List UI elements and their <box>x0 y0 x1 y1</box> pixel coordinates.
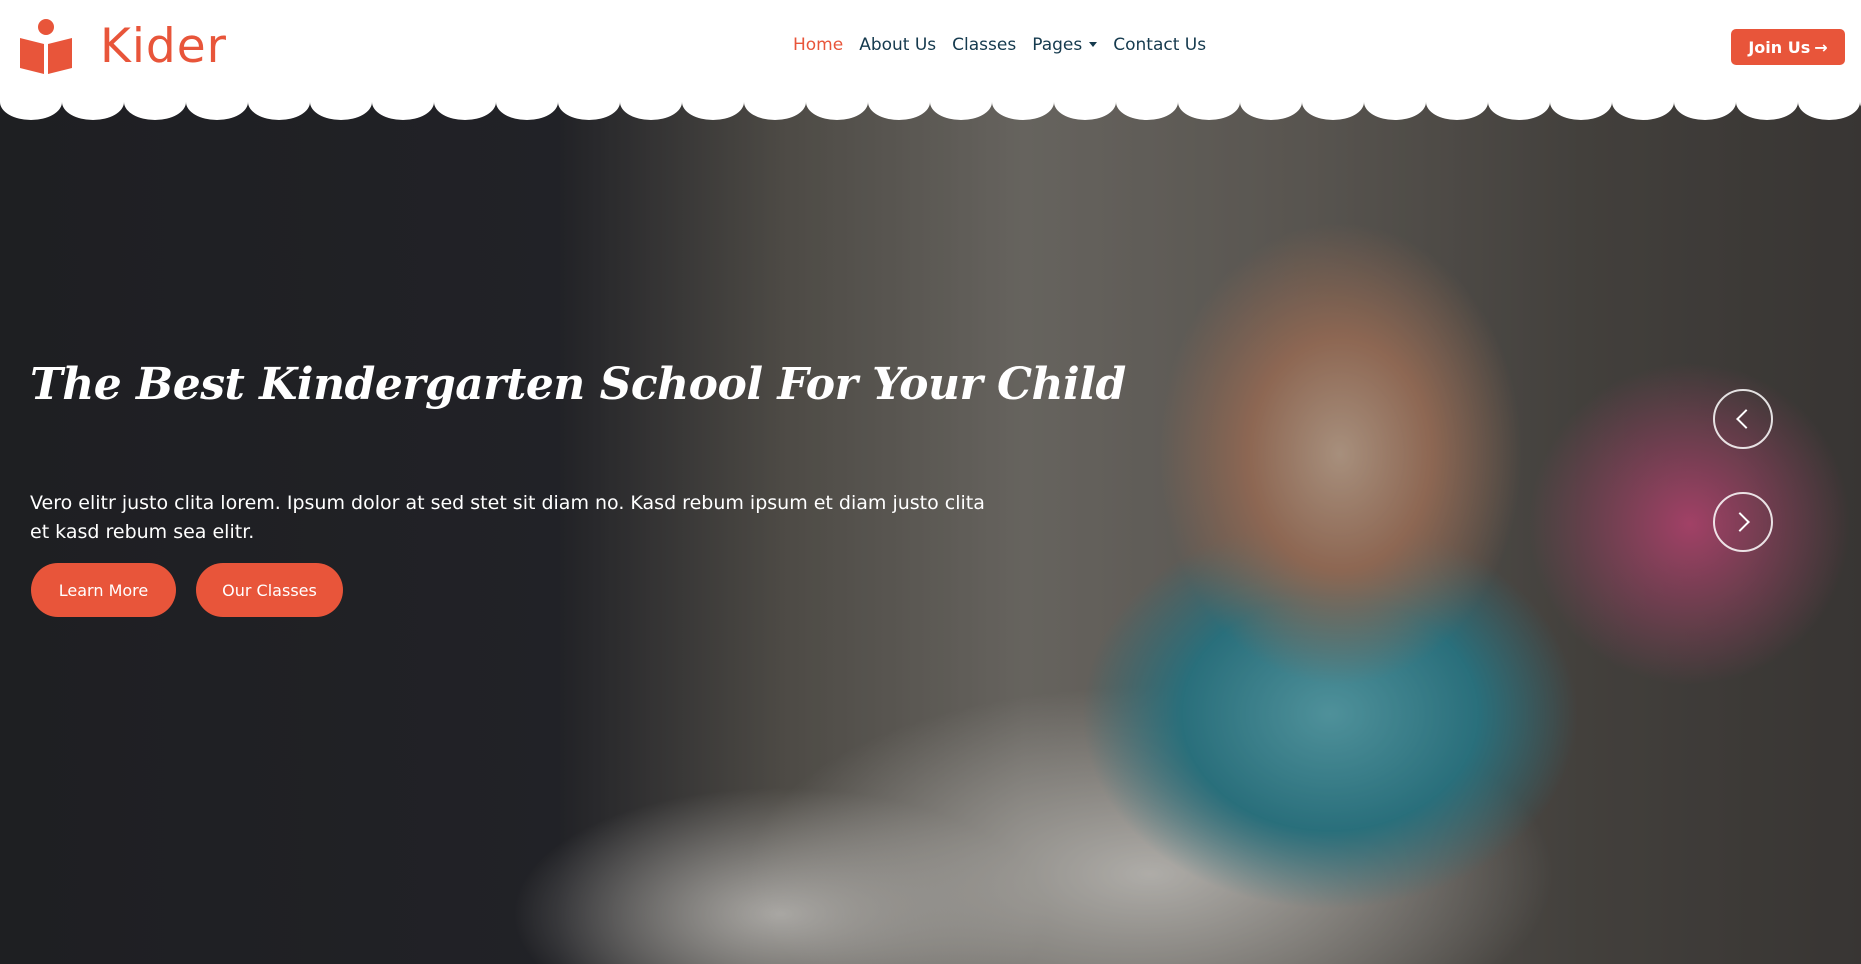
hero-carousel: The Best Kindergarten School For Your Ch… <box>0 94 1861 964</box>
learn-more-button[interactable]: Learn More <box>31 563 176 617</box>
chevron-left-icon <box>1736 409 1756 429</box>
nav-about-us[interactable]: About Us <box>859 35 936 55</box>
nav-home[interactable]: Home <box>793 35 843 55</box>
scallop-divider <box>0 94 1861 120</box>
our-classes-button[interactable]: Our Classes <box>196 563 343 617</box>
caret-down-icon <box>1089 41 1098 47</box>
carousel-next-button[interactable] <box>1713 492 1773 552</box>
nav-pages-dropdown[interactable]: Pages <box>1032 35 1098 55</box>
brand-logo[interactable]: Kider <box>20 18 227 74</box>
nav-pages-label: Pages <box>1032 35 1083 55</box>
carousel-prev-button[interactable] <box>1713 389 1773 449</box>
nav-classes[interactable]: Classes <box>952 35 1016 55</box>
nav-contact-us[interactable]: Contact Us <box>1113 35 1206 55</box>
join-us-label: Join Us <box>1748 37 1811 57</box>
hero-text: Vero elitr justo clita lorem. Ipsum dolo… <box>30 492 985 543</box>
chevron-right-icon <box>1730 512 1750 532</box>
hero-title: The Best Kindergarten School For Your Ch… <box>30 359 1126 411</box>
join-us-button[interactable]: Join Us → <box>1731 29 1845 65</box>
navbar: Kider Home About Us Classes Pages Contac… <box>0 0 1861 94</box>
book-reader-icon <box>20 19 72 74</box>
brand-name: Kider <box>100 18 227 74</box>
main-nav: Home About Us Classes Pages Contact Us <box>793 35 1222 55</box>
arrow-right-icon: → <box>1814 37 1828 57</box>
